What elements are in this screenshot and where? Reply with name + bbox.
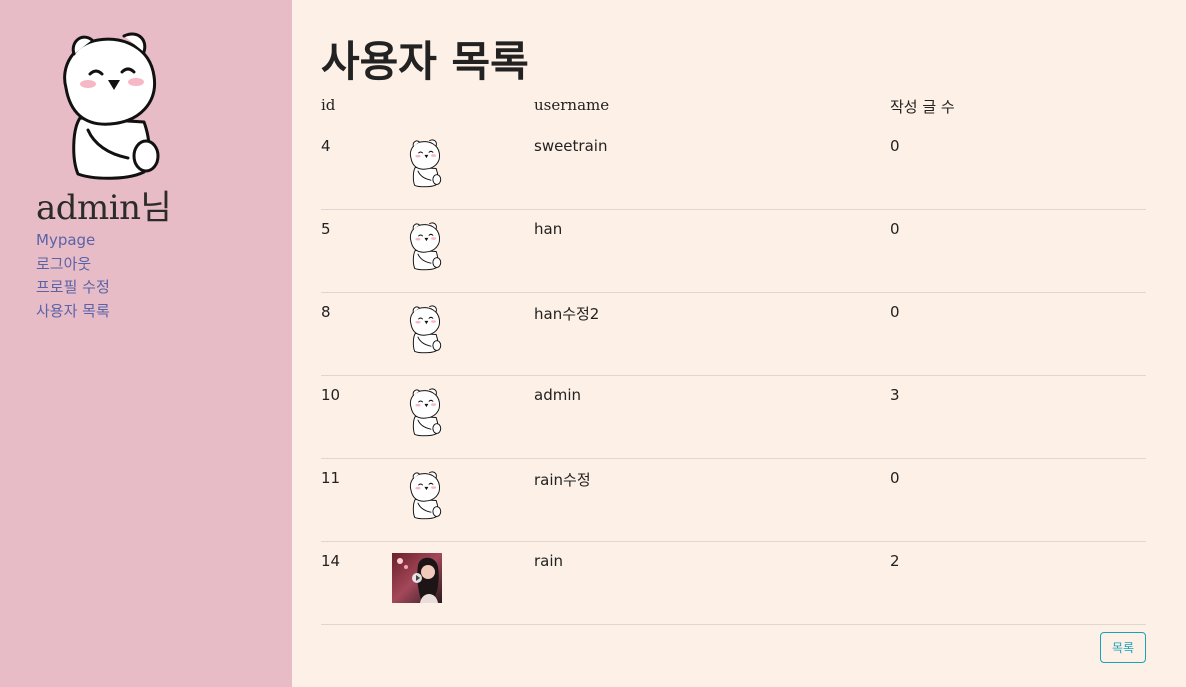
row-username: admin <box>534 386 581 404</box>
row-username: rain <box>534 552 564 570</box>
row-id: 5 <box>321 220 331 238</box>
sidebar-nav: Mypage 로그아웃 프로필 수정 사용자 목록 <box>36 229 110 323</box>
row-id: 8 <box>321 303 331 321</box>
user-avatar <box>392 304 442 354</box>
column-header-username: username <box>534 96 610 114</box>
user-avatar <box>392 553 442 603</box>
bear-icon <box>392 387 442 437</box>
sidebar: admin님 Mypage 로그아웃 프로필 수정 사용자 목록 <box>0 0 292 687</box>
row-post-count: 0 <box>890 303 900 321</box>
photo-thumbnail <box>392 553 442 603</box>
table-row: 5 han 0 <box>321 210 1146 293</box>
table-row: 4 sweetrain 0 <box>321 127 1146 210</box>
user-avatar <box>392 387 442 437</box>
row-username: han <box>534 220 563 238</box>
row-username: rain수정 <box>534 471 591 489</box>
row-id: 10 <box>321 386 341 404</box>
table-row: 8 han수정2 0 <box>321 293 1146 376</box>
row-post-count: 2 <box>890 552 900 570</box>
nav-profile-edit-link[interactable]: 프로필 수정 <box>36 276 110 300</box>
row-username: han수정2 <box>534 305 600 323</box>
nav-logout-link[interactable]: 로그아웃 <box>36 253 110 277</box>
column-header-id: id <box>321 96 336 114</box>
bear-icon <box>58 30 162 180</box>
table-row: 10 admin 3 <box>321 376 1146 459</box>
row-post-count: 3 <box>890 386 900 404</box>
row-id: 4 <box>321 137 331 155</box>
avatar <box>58 30 162 180</box>
row-id: 14 <box>321 552 341 570</box>
row-post-count: 0 <box>890 220 900 238</box>
bear-icon <box>392 470 442 520</box>
column-header-count: 작성 글 수 <box>890 98 955 116</box>
row-post-count: 0 <box>890 137 900 155</box>
row-username: sweetrain <box>534 137 608 155</box>
row-id: 11 <box>321 469 341 487</box>
bear-icon <box>392 221 442 271</box>
table-header: id username 작성 글 수 <box>321 96 1146 118</box>
admin-name: admin님 <box>36 188 172 228</box>
nav-user-list-link[interactable]: 사용자 목록 <box>36 300 110 324</box>
user-avatar <box>392 221 442 271</box>
table-row: 14 rain 2 <box>321 542 1146 625</box>
user-avatar <box>392 138 442 188</box>
row-post-count: 0 <box>890 469 900 487</box>
bear-icon <box>392 138 442 188</box>
page-title: 사용자 목록 <box>321 37 529 86</box>
nav-mypage-link[interactable]: Mypage <box>36 229 110 253</box>
list-button[interactable]: 목록 <box>1100 632 1146 663</box>
bear-icon <box>392 304 442 354</box>
user-avatar <box>392 470 442 520</box>
table-row: 11 rain수정 0 <box>321 459 1146 542</box>
